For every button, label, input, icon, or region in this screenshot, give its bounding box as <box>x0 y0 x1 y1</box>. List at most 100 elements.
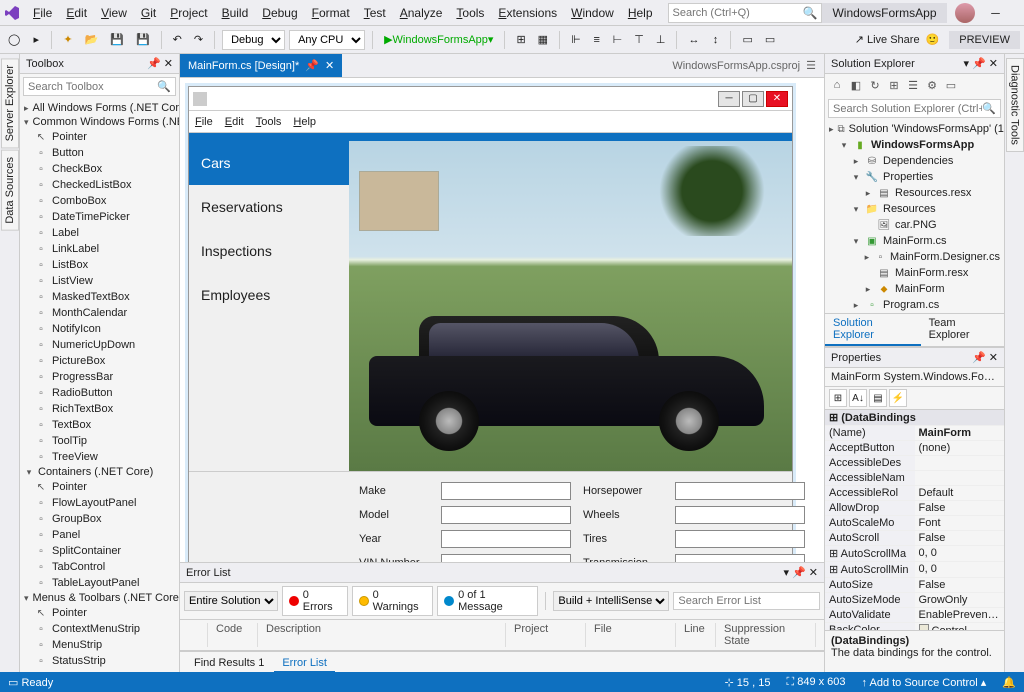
solution-search[interactable]: 🔍 <box>828 99 1001 118</box>
toolbox-item[interactable]: ▫ToolTip <box>20 433 179 449</box>
toolbox-item[interactable]: ▫TableLayoutPanel <box>20 575 179 591</box>
sol-root[interactable]: ▸⧉Solution 'WindowsFormsApp' (1 <box>825 121 1004 137</box>
toolbox-item[interactable]: ▫GroupBox <box>20 511 179 527</box>
toolbox-item[interactable]: ▫Panel <box>20 527 179 543</box>
toolbox-item[interactable]: ▫SplitContainer <box>20 543 179 559</box>
toolbox-item[interactable]: ▫RadioButton <box>20 385 179 401</box>
menu-format[interactable]: Format <box>305 3 357 23</box>
order-icon[interactable]: ▭ <box>761 30 779 50</box>
data-sources-tab[interactable]: Data Sources <box>1 150 19 231</box>
save-icon[interactable]: 💾 <box>106 30 128 50</box>
events-icon[interactable]: ⚡ <box>889 389 907 407</box>
toolbox-group[interactable]: ▸All Windows Forms (.NET Core) <box>20 101 179 115</box>
toolbox-item[interactable]: ▫CheckedListBox <box>20 177 179 193</box>
tab-find-results[interactable]: Find Results 1 <box>186 655 272 672</box>
tab-close-icon[interactable]: ✕ <box>325 59 334 72</box>
sol-resources[interactable]: ▾📁Resources <box>825 201 1004 217</box>
align-icon[interactable]: ⊩ <box>567 30 585 50</box>
feedback-icon[interactable]: 🙂 <box>926 33 940 46</box>
property-row[interactable]: AcceptButton(none) <box>825 441 1004 456</box>
toolbox-item[interactable]: ▫TextBox <box>20 417 179 433</box>
new-icon[interactable]: ✦ <box>59 30 76 50</box>
toolbox-item[interactable]: ▫PictureBox <box>20 353 179 369</box>
tb-icon[interactable]: ⊞ <box>886 77 902 93</box>
platform-select[interactable]: Any CPU <box>289 30 365 50</box>
toolbox-item[interactable]: ▫Button <box>20 145 179 161</box>
start-button[interactable]: ▶ WindowsFormsApp ▾ <box>380 30 497 50</box>
property-row[interactable]: AutoSizeFalse <box>825 578 1004 593</box>
solution-search-input[interactable] <box>833 103 982 115</box>
toolbox-item[interactable]: ▫ListBox <box>20 257 179 273</box>
field-input[interactable] <box>675 554 805 562</box>
minimize-icon[interactable]: ─ <box>983 3 1009 23</box>
form-maximize-icon[interactable]: ▢ <box>742 91 764 107</box>
add-source-control[interactable]: ↑ Add to Source Control ▴ <box>862 676 987 689</box>
sol-carpng[interactable]: 🖼car.PNG <box>825 217 1004 233</box>
toolbox-item[interactable]: ▫TreeView <box>20 449 179 465</box>
toolbox-item[interactable]: ▫NumericUpDown <box>20 337 179 353</box>
menu-project[interactable]: Project <box>163 3 214 23</box>
tb-icon[interactable]: ☰ <box>905 77 921 93</box>
close-panel-icon[interactable]: ✕ <box>164 57 173 70</box>
sol-mainform[interactable]: ▾▣MainForm.cs <box>825 233 1004 249</box>
align-icon[interactable]: ⊥ <box>652 30 670 50</box>
menu-edit[interactable]: Edit <box>59 3 94 23</box>
undo-icon[interactable]: ↶ <box>169 30 186 50</box>
tab-team-explorer[interactable]: Team Explorer <box>921 314 1004 346</box>
menu-debug[interactable]: Debug <box>255 3 304 23</box>
server-explorer-tab[interactable]: Server Explorer <box>1 58 19 148</box>
property-row[interactable]: AutoScrollFalse <box>825 531 1004 546</box>
car-picturebox[interactable] <box>349 141 792 471</box>
pin-icon[interactable]: 📌 <box>305 59 319 72</box>
errors-filter[interactable]: 0 Errors <box>282 586 348 616</box>
nav-back-icon[interactable]: ◯ <box>4 30 24 50</box>
toolbox-item[interactable]: ▫ContextMenuStrip <box>20 621 179 637</box>
tab-menu-icon[interactable]: ☰ <box>806 59 816 72</box>
property-row[interactable]: AccessibleRolDefault <box>825 486 1004 501</box>
menu-help[interactable]: Help <box>621 3 660 23</box>
build-filter-select[interactable]: Build + IntelliSense <box>553 591 669 611</box>
menu-test[interactable]: Test <box>357 3 393 23</box>
open-icon[interactable]: 📂 <box>81 30 103 50</box>
document-tab-mainform[interactable]: MainForm.cs [Design]* 📌 ✕ <box>180 54 342 77</box>
toolbox-item[interactable]: ▫NotifyIcon <box>20 321 179 337</box>
tb-icon[interactable]: ⊞ <box>512 30 529 50</box>
property-row[interactable]: AccessibleNam <box>825 471 1004 486</box>
sol-project[interactable]: ▾▮WindowsFormsApp <box>825 137 1004 153</box>
toolbox-item[interactable]: ▫ProgressBar <box>20 369 179 385</box>
property-row[interactable]: AllowDropFalse <box>825 501 1004 516</box>
warnings-filter[interactable]: 0 Warnings <box>352 586 434 616</box>
tb-icon[interactable]: ⚙ <box>924 77 940 93</box>
live-share-button[interactable]: ↗ Live Share <box>855 33 920 46</box>
field-input[interactable] <box>675 506 805 524</box>
menu-tools[interactable]: Tools <box>449 3 491 23</box>
maximize-icon[interactable]: ▢ <box>1017 3 1024 23</box>
form-menustrip[interactable]: File Edit Tools Help <box>189 111 792 133</box>
property-row[interactable]: ⊞ (DataBindings <box>825 410 1004 426</box>
property-row[interactable]: ⊞ AutoScrollMin0, 0 <box>825 562 1004 578</box>
menu-build[interactable]: Build <box>215 3 256 23</box>
toolbox-item[interactable]: ▫FlowLayoutPanel <box>20 495 179 511</box>
property-row[interactable]: AutoSizeModeGrowOnly <box>825 593 1004 608</box>
tb-icon[interactable]: ◧ <box>848 77 864 93</box>
toolbox-item[interactable]: ▫MenuStrip <box>20 637 179 653</box>
categorized-icon[interactable]: ⊞ <box>829 389 847 407</box>
tab-solution-explorer[interactable]: Solution Explorer <box>825 314 921 346</box>
dropdown-icon[interactable]: ▾ <box>784 566 790 579</box>
property-row[interactable]: ⊞ AutoScrollMa0, 0 <box>825 546 1004 562</box>
order-icon[interactable]: ▭ <box>738 30 756 50</box>
menu-extensions[interactable]: Extensions <box>491 3 564 23</box>
field-input[interactable] <box>441 482 571 500</box>
toolbox-item[interactable]: ↖Pointer <box>20 479 179 495</box>
user-avatar[interactable] <box>955 3 975 23</box>
toolbox-item[interactable]: ↖Pointer <box>20 605 179 621</box>
form-close-icon[interactable]: ✕ <box>766 91 788 107</box>
config-select[interactable]: Debug <box>222 30 285 50</box>
align-icon[interactable]: ≡ <box>589 30 605 50</box>
errorlist-search-input[interactable] <box>678 595 815 607</box>
quick-search[interactable]: 🔍 <box>668 3 823 23</box>
field-input[interactable] <box>441 554 571 562</box>
save-all-icon[interactable]: 💾 <box>132 30 154 50</box>
field-input[interactable] <box>675 482 805 500</box>
toolbox-item[interactable]: ▫MonthCalendar <box>20 305 179 321</box>
